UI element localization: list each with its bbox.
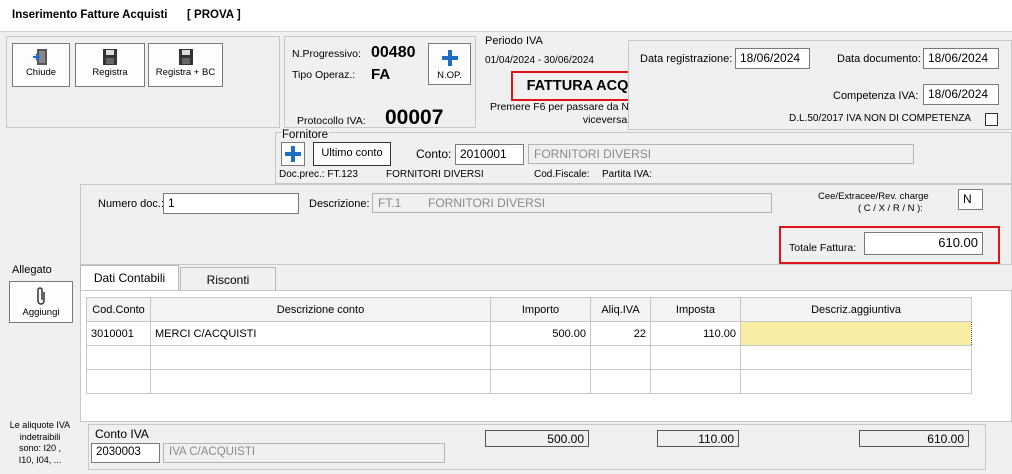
- cee-field[interactable]: N: [958, 189, 983, 210]
- save-bc-button-label: Registra + BC: [155, 67, 216, 78]
- last-account-button[interactable]: Ultimo conto: [313, 142, 391, 166]
- dl-checkbox[interactable]: [985, 113, 998, 126]
- conto-iva-name: IVA C/ACQUISTI: [163, 443, 445, 463]
- cell-descrizione[interactable]: [150, 369, 491, 394]
- attach-add-label: Aggiungi: [22, 307, 60, 318]
- descrizione-field[interactable]: FT.1 FORNITORI DIVERSI: [372, 193, 772, 213]
- totale-field[interactable]: 610.00: [864, 232, 983, 255]
- partita-iva-label: Partita IVA:: [602, 169, 652, 180]
- cod-fiscale-label: Cod.Fiscale:: [534, 169, 590, 180]
- tipo-operaz-label: Tipo Operaz.:: [292, 69, 356, 81]
- conto-name-field: FORNITORI DIVERSI: [528, 144, 914, 164]
- total-imposta: 110.00: [657, 430, 739, 447]
- column-header[interactable]: Descrizione conto: [150, 297, 491, 322]
- cell-aliq-iva[interactable]: 22: [590, 321, 651, 346]
- aliquote-note: Le aliquote IVA indetraibili sono: I20 ,…: [4, 420, 76, 466]
- allegato-label: Allegato: [12, 264, 52, 276]
- cee-label-1: Cee/Extracee/Rev. charge: [818, 191, 929, 202]
- cell-imposta[interactable]: [650, 369, 741, 394]
- competenza-field[interactable]: 18/06/2024: [923, 84, 999, 105]
- floppy-disk-icon: [178, 49, 193, 65]
- periodo-label: Periodo IVA: [485, 35, 543, 47]
- exit-door-icon: [33, 49, 47, 65]
- conto-iva-label: Conto IVA: [95, 427, 149, 441]
- close-button[interactable]: Chiude: [12, 43, 70, 87]
- aliquote-note-line: indetraibili: [19, 431, 61, 442]
- attach-add-button[interactable]: Aggiungi: [9, 281, 73, 323]
- table-row[interactable]: 3010001 MERCI C/ACQUISTI 500.00 22 110.0…: [86, 321, 972, 346]
- periodo-value: 01/04/2024 - 30/06/2024: [485, 55, 594, 66]
- cell-importo[interactable]: [490, 369, 591, 394]
- totale-label: Totale Fattura:: [789, 242, 857, 254]
- data-reg-field[interactable]: 18/06/2024: [735, 48, 810, 69]
- cell-cod-conto[interactable]: 3010001: [86, 321, 151, 346]
- floppy-disk-icon: [103, 49, 117, 65]
- column-header[interactable]: Imposta: [650, 297, 741, 322]
- paperclip-icon: [37, 287, 45, 305]
- tab-risconti[interactable]: Risconti: [180, 267, 276, 291]
- conto-label: Conto:: [416, 147, 452, 161]
- add-fornitore-button[interactable]: [281, 142, 305, 166]
- cell-imposta[interactable]: [650, 345, 741, 370]
- protocollo-label: Protocollo IVA:: [297, 115, 366, 127]
- new-op-label: N.OP.: [437, 70, 462, 81]
- cell-aliq-iva[interactable]: [590, 369, 651, 394]
- cell-descriz-aggiuntiva[interactable]: [740, 321, 972, 346]
- numero-doc-field[interactable]: 1: [163, 193, 299, 214]
- doc-prec-name: FORNITORI DIVERSI: [386, 169, 484, 180]
- table-row[interactable]: [86, 369, 972, 394]
- accounting-grid: Cod.Conto Descrizione conto Importo Aliq…: [86, 297, 972, 394]
- tab-dati-contabili[interactable]: Dati Contabili: [80, 265, 179, 291]
- column-header[interactable]: Aliq.IVA: [590, 297, 651, 322]
- dl-label: D.L.50/2017 IVA NON DI COMPETENZA: [789, 113, 972, 124]
- aliquote-note-line: Le aliquote IVA: [9, 420, 71, 430]
- column-header[interactable]: Descriz.aggiuntiva: [740, 297, 972, 322]
- plus-icon: [441, 50, 458, 66]
- data-doc-field[interactable]: 18/06/2024: [923, 48, 999, 69]
- cell-descrizione[interactable]: [150, 345, 491, 370]
- total-importo: 500.00: [485, 430, 589, 447]
- aliquote-note-line: I10, I04, ...: [18, 454, 62, 465]
- close-button-label: Chiude: [25, 67, 57, 78]
- fornitore-label: Fornitore: [281, 129, 330, 141]
- progressivo-label: N.Progressivo:: [292, 48, 361, 60]
- column-header[interactable]: Cod.Conto: [86, 297, 151, 322]
- competenza-label: Competenza IVA:: [833, 90, 919, 102]
- table-row[interactable]: [86, 345, 972, 370]
- new-op-button[interactable]: N.OP.: [428, 43, 471, 85]
- column-header[interactable]: Importo: [490, 297, 591, 322]
- descrizione-label: Descrizione:: [309, 198, 370, 210]
- window-title: Inserimento Fatture Acquisti: [12, 9, 168, 21]
- tipo-operaz-value: FA: [371, 66, 391, 83]
- window-titlebar: Inserimento Fatture Acquisti [ PROVA ]: [0, 0, 1012, 32]
- save-button-label: Registra: [92, 67, 128, 78]
- data-reg-label: Data registrazione:: [640, 53, 733, 65]
- cell-importo[interactable]: 500.00: [490, 321, 591, 346]
- numero-doc-label: Numero doc.:: [98, 198, 165, 210]
- protocollo-value: 00007: [385, 106, 444, 129]
- save-bc-button[interactable]: Registra + BC: [148, 43, 223, 87]
- cee-label-2: ( C / X / R / N ):: [858, 203, 923, 214]
- cell-imposta[interactable]: 110.00: [650, 321, 741, 346]
- progressivo-value: 00480: [371, 44, 416, 61]
- data-doc-label: Data documento:: [837, 53, 921, 65]
- cell-cod-conto[interactable]: [86, 369, 151, 394]
- plus-icon: [285, 146, 301, 162]
- window-mode: [ PROVA ]: [187, 9, 241, 21]
- save-button[interactable]: Registra: [75, 43, 145, 87]
- cell-descriz-aggiuntiva[interactable]: [740, 345, 972, 370]
- cell-importo[interactable]: [490, 345, 591, 370]
- total-fattura: 610.00: [859, 430, 969, 447]
- aliquote-note-line: sono: I20 ,: [18, 443, 62, 453]
- conto-iva-field[interactable]: 2030003: [91, 443, 160, 463]
- cell-cod-conto[interactable]: [86, 345, 151, 370]
- conto-field[interactable]: 2010001: [455, 144, 524, 165]
- cell-aliq-iva[interactable]: [590, 345, 651, 370]
- cell-descriz-aggiuntiva[interactable]: [740, 369, 972, 394]
- cell-descrizione[interactable]: MERCI C/ACQUISTI: [150, 321, 491, 346]
- doc-prec-label: Doc.prec.: FT.123: [279, 169, 358, 180]
